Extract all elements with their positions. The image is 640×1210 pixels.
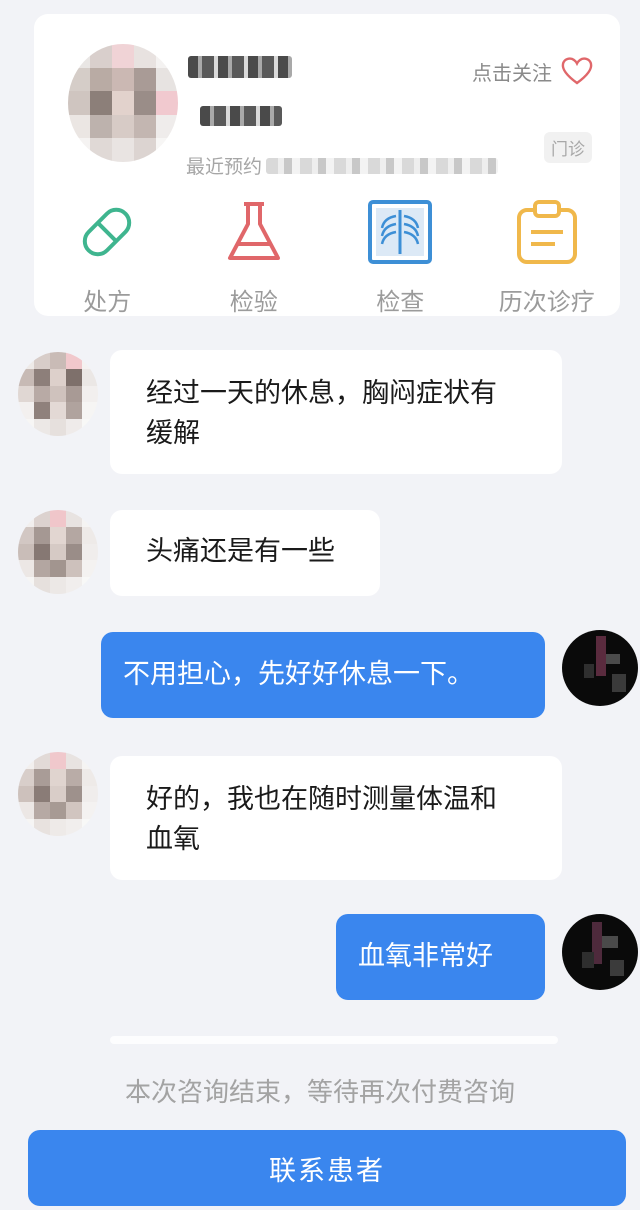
clipboard-icon xyxy=(516,200,577,264)
message-bubble[interactable]: 头痛还是有一些 xyxy=(110,510,380,596)
patient-name-redacted xyxy=(188,56,292,78)
doctor-avatar[interactable] xyxy=(562,630,638,706)
heart-icon xyxy=(561,57,593,85)
tool-label: 处方 xyxy=(83,288,132,316)
contact-patient-button[interactable]: 联系患者 xyxy=(28,1130,626,1206)
clinic-tag: 门诊 xyxy=(544,132,592,163)
message-text: 头痛还是有一些 xyxy=(146,536,335,567)
flask-icon xyxy=(227,202,280,260)
message-text: 不用担心，先好好休息一下。 xyxy=(123,659,474,690)
tool-label: 检查 xyxy=(376,288,425,316)
patient-avatar[interactable] xyxy=(18,510,98,594)
tool-lab-test[interactable]: 检验 xyxy=(181,198,328,317)
tool-prescription[interactable]: 处方 xyxy=(34,198,181,317)
tool-examination[interactable]: 检查 xyxy=(327,198,474,317)
recent-appointment: 最近预约 xyxy=(186,152,499,179)
message-text: 血氧非常好 xyxy=(358,941,493,972)
message-bubble-mine[interactable]: 血氧非常好 xyxy=(336,914,545,1000)
message-bubble[interactable]: 经过一天的休息，胸闷症状有 缓解 xyxy=(110,350,562,474)
message-bubble-mine[interactable]: 不用担心，先好好休息一下。 xyxy=(101,632,545,718)
message-text: 血氧 xyxy=(146,824,200,855)
follow-label: 点击关注 xyxy=(472,60,552,85)
recent-label: 最近预约 xyxy=(186,156,263,178)
follow-button[interactable]: 点击关注 xyxy=(472,56,594,86)
patient-avatar[interactable] xyxy=(18,352,98,436)
message-bubble[interactable]: 好的，我也在随时测量体温和 血氧 xyxy=(110,756,562,880)
tool-label: 检验 xyxy=(229,288,278,316)
message-text: 好的，我也在随时测量体温和 xyxy=(146,784,497,815)
patient-avatar[interactable] xyxy=(18,752,98,836)
message-text: 缓解 xyxy=(146,418,200,449)
consultation-end-note: 本次咨询结束，等待再次付费咨询 xyxy=(124,1078,515,1108)
recent-appointment-redacted xyxy=(266,157,499,174)
patient-card: 点击关注 门诊 最近预约 处方 检验 检查 历次诊疗 xyxy=(34,14,620,316)
tool-history[interactable]: 历次诊疗 xyxy=(474,198,621,317)
patient-info-redacted xyxy=(200,106,282,126)
message-text: 经过一天的休息，胸闷症状有 xyxy=(146,378,497,409)
xray-icon xyxy=(368,200,433,264)
tool-bar: 处方 检验 检查 历次诊疗 xyxy=(34,198,621,317)
truncated-message-bubble xyxy=(110,1036,558,1044)
doctor-avatar[interactable] xyxy=(562,914,638,990)
pill-icon xyxy=(83,207,132,257)
patient-avatar[interactable] xyxy=(68,44,178,162)
tool-label: 历次诊疗 xyxy=(498,288,595,316)
